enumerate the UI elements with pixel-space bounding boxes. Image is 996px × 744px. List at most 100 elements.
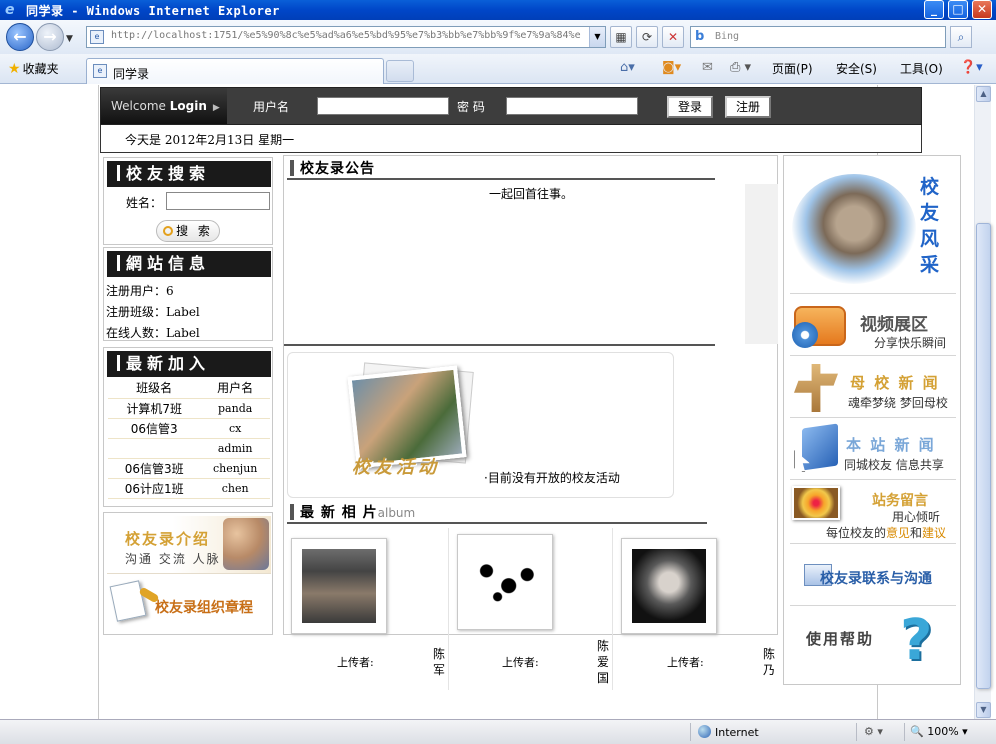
globe-icon bbox=[698, 725, 711, 738]
address-bar[interactable]: e http://localhost:1751/%e5%90%8c%e5%ad%… bbox=[86, 26, 606, 48]
home-icon[interactable]: ⌂▾ bbox=[620, 60, 635, 75]
back-button[interactable]: ← bbox=[6, 23, 34, 51]
welcome-login-text: Login bbox=[169, 99, 207, 113]
class-cell[interactable]: 06信管3 bbox=[108, 418, 201, 439]
stop-button[interactable]: ✕ bbox=[662, 26, 684, 48]
password-input[interactable] bbox=[506, 97, 638, 115]
safety-menu[interactable]: 安全(S) bbox=[836, 60, 877, 77]
favorites-button[interactable]: ★ 收藏夹 bbox=[8, 60, 59, 77]
vertical-scrollbar[interactable]: ▲ ▼ bbox=[974, 85, 991, 719]
activity-word: 校友活动 bbox=[352, 457, 440, 478]
print-icon[interactable]: ⎙ ▾ bbox=[730, 60, 751, 75]
page-menu[interactable]: 页面(P) bbox=[772, 60, 813, 77]
contact-title: 校友录联系与沟通 bbox=[820, 571, 932, 587]
header-bar-icon bbox=[290, 160, 294, 176]
guestbook-title: 站务留言 bbox=[872, 493, 928, 509]
search-submit-button[interactable]: 搜 索 bbox=[156, 220, 220, 242]
username-input[interactable] bbox=[317, 97, 449, 115]
intro-title: 校友录介绍 bbox=[125, 530, 211, 548]
username-label: 用户名 bbox=[253, 100, 290, 114]
protected-mode-icon[interactable]: ⚙ ▾ bbox=[864, 725, 883, 738]
header-bar-icon bbox=[290, 504, 294, 520]
ie-logo-icon: e bbox=[5, 2, 15, 18]
info-value: 6 bbox=[166, 284, 174, 298]
panel-title: 最新加入 bbox=[126, 354, 211, 373]
class-cell[interactable]: 06计应1班 bbox=[108, 478, 201, 499]
tab-active[interactable]: e 同学录 bbox=[86, 58, 384, 84]
help-menu[interactable]: 使用帮助 ? bbox=[790, 608, 956, 672]
search-button-label: 搜 索 bbox=[176, 224, 213, 238]
address-toolbar: ← → ▼ e http://localhost:1751/%e5%90%8c%… bbox=[0, 20, 996, 54]
album-photo[interactable] bbox=[457, 534, 553, 630]
campus-banner[interactable]: 校友风采 bbox=[790, 158, 956, 294]
user-cell[interactable]: admin bbox=[200, 438, 270, 459]
notice-text: 一起回首往事。 bbox=[489, 187, 574, 201]
notice-title: 校友录公告 bbox=[300, 161, 375, 177]
uploader-name[interactable]: 陈乃 bbox=[763, 646, 777, 678]
scroll-up-icon[interactable]: ▲ bbox=[976, 86, 991, 102]
help-icon[interactable]: ❓▾ bbox=[960, 60, 983, 75]
guestbook-highlight: 意见 bbox=[886, 526, 911, 540]
contact-menu[interactable]: 校友录联系与沟通 bbox=[790, 546, 956, 606]
column-header: 用户名 bbox=[200, 378, 270, 399]
feeds-icon[interactable]: ◙▾ bbox=[662, 60, 681, 75]
mail-icon[interactable]: ✉ bbox=[702, 60, 713, 75]
intro-banner[interactable]: 校友录介绍 沟通 交流 人脉 bbox=[107, 516, 271, 574]
panel-header: 最新加入 bbox=[107, 351, 271, 377]
alumni-search-panel: 校友搜索 姓名： 搜 索 bbox=[103, 157, 273, 245]
search-placeholder: Bing bbox=[715, 31, 740, 42]
address-url[interactable]: http://localhost:1751/%e5%90%8c%e5%ad%a6… bbox=[111, 30, 581, 41]
play-icon bbox=[792, 322, 818, 348]
charter-banner[interactable]: 校友录组织章程 bbox=[107, 577, 271, 631]
divider bbox=[904, 723, 905, 741]
login-button[interactable]: 登录 bbox=[667, 96, 713, 118]
forward-button[interactable]: → bbox=[36, 23, 64, 51]
album-photo[interactable] bbox=[621, 538, 717, 634]
class-cell[interactable]: 06信管3班 bbox=[108, 458, 201, 479]
guestbook-menu[interactable]: 站务留言 用心倾听 每位校友的意见和建议 bbox=[790, 482, 956, 544]
name-search-input[interactable] bbox=[166, 192, 270, 210]
refresh-button[interactable]: ⟳ bbox=[636, 26, 658, 48]
school-news-menu[interactable]: 母 校 新 闻 魂牵梦绕 梦回母校 bbox=[790, 358, 956, 418]
school-news-subtitle: 魂牵梦绕 梦回母校 bbox=[848, 396, 948, 410]
minimize-button[interactable]: _ bbox=[924, 0, 944, 19]
uploader-name[interactable]: 陈军 bbox=[433, 646, 447, 678]
uploader-label: 上传者: bbox=[337, 656, 374, 669]
guestbook-text: 和 bbox=[910, 526, 923, 540]
help-title: 使用帮助 bbox=[806, 630, 875, 648]
uploader-name[interactable]: 陈爱国 bbox=[597, 638, 611, 686]
info-row: 在线人数：Label bbox=[106, 324, 200, 341]
tools-menu[interactable]: 工具(O) bbox=[900, 60, 943, 77]
user-cell[interactable]: cx bbox=[200, 418, 270, 439]
address-dropdown-icon[interactable]: ▼ bbox=[589, 27, 605, 47]
welcome-label: Welcome Login ▶ bbox=[101, 88, 227, 124]
new-members-panel: 最新加入 班级名 用户名 计算机7班 panda 06信管3 cx admin 06信… bbox=[103, 347, 273, 507]
compatibility-view-button[interactable]: ▦ bbox=[610, 26, 632, 48]
notice-header: 校友录公告 bbox=[287, 158, 715, 180]
album-title: 最 新 相 片 bbox=[300, 505, 378, 521]
user-cell[interactable]: chen bbox=[200, 478, 270, 499]
scroll-thumb[interactable] bbox=[976, 223, 991, 689]
user-cell[interactable]: chenjun bbox=[200, 458, 270, 479]
close-button[interactable]: ✕ bbox=[972, 0, 992, 19]
scroll-down-icon[interactable]: ▼ bbox=[976, 702, 991, 718]
search-button[interactable]: ⌕ bbox=[950, 26, 972, 48]
zoom-control[interactable]: 🔍 100% ▾ bbox=[910, 725, 968, 738]
table-row: admin bbox=[108, 438, 270, 459]
video-menu[interactable]: 视频展区 分享快乐瞬间 bbox=[790, 296, 956, 356]
search-box[interactable]: b Bing bbox=[690, 26, 946, 48]
class-cell[interactable] bbox=[108, 438, 201, 459]
user-cell[interactable]: panda bbox=[200, 398, 270, 419]
divider bbox=[284, 344, 715, 346]
info-label: 注册班级： bbox=[106, 305, 167, 319]
site-news-menu[interactable]: 本 站 新 闻 同城校友 信息共享 bbox=[790, 420, 956, 480]
album-photo[interactable] bbox=[291, 538, 387, 634]
class-cell[interactable]: 计算机7班 bbox=[108, 398, 201, 419]
guestbook-highlight: 建议 bbox=[922, 526, 947, 540]
site-news-title: 本 站 新 闻 bbox=[846, 436, 936, 454]
radio-icon bbox=[163, 226, 174, 236]
new-tab-button[interactable] bbox=[386, 60, 414, 82]
history-dropdown-icon[interactable]: ▼ bbox=[66, 34, 73, 44]
maximize-button[interactable]: □ bbox=[948, 0, 968, 19]
register-button[interactable]: 注册 bbox=[725, 96, 771, 118]
